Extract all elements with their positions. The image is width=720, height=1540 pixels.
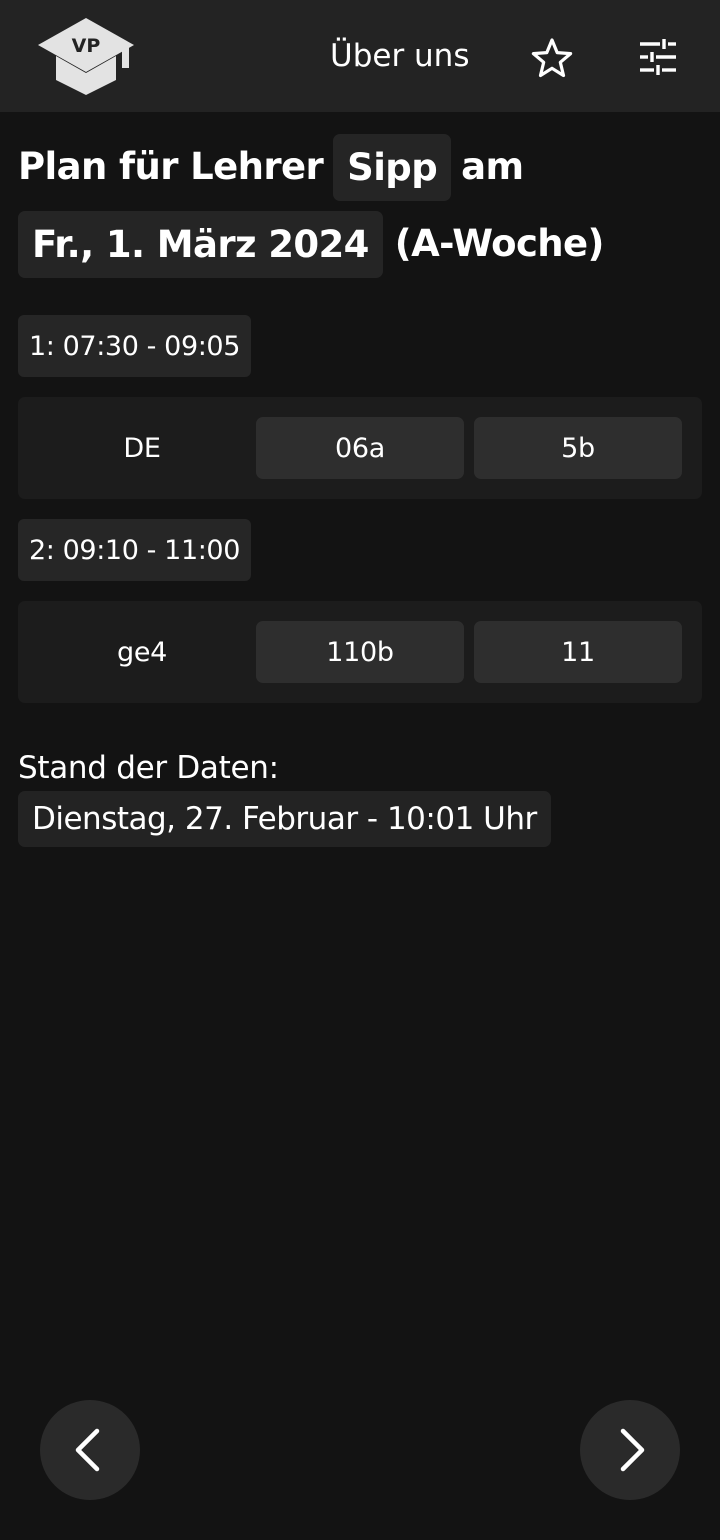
data-status-value: Dienstag, 27. Februar - 10:01 Uhr: [18, 791, 551, 847]
date-chip[interactable]: Fr., 1. März 2024: [18, 210, 383, 278]
svg-text:VP: VP: [72, 35, 101, 57]
chevron-right-icon: [620, 1428, 645, 1472]
lesson-class-button[interactable]: 5b: [474, 417, 682, 479]
title-prefix: Plan für Lehrer: [18, 145, 324, 188]
top-app-bar: VP Über uns: [0, 0, 720, 112]
sliders-icon: [640, 39, 676, 75]
lesson-subject: ge4: [116, 636, 168, 668]
week-label: (A-Woche): [394, 222, 605, 265]
next-day-button[interactable]: [580, 1400, 680, 1500]
lesson-class-button[interactable]: 11: [474, 621, 682, 683]
logo[interactable]: VP: [36, 16, 136, 98]
period-label: 1: 07:30 - 09:05: [18, 315, 251, 377]
lesson-room-button[interactable]: 110b: [256, 621, 464, 683]
page-title-line-1: Plan für Lehrer Sipp am: [18, 133, 524, 201]
lesson-row: DE 06a 5b: [18, 397, 702, 499]
data-status-label: Stand der Daten:: [18, 750, 279, 786]
star-icon: [531, 38, 573, 78]
about-link[interactable]: Über uns: [330, 36, 470, 76]
lesson-subject: DE: [123, 432, 161, 464]
graduation-cap-logo-icon: VP: [38, 18, 134, 95]
lesson-room-button[interactable]: 06a: [256, 417, 464, 479]
title-connector: am: [461, 145, 524, 188]
page: VP Über uns Plan für Lehrer Sipp am Fr.,…: [0, 0, 720, 1540]
favorite-button[interactable]: [531, 37, 573, 79]
teacher-chip[interactable]: Sipp: [333, 133, 452, 201]
settings-button[interactable]: [638, 38, 678, 76]
period-label: 2: 09:10 - 11:00: [18, 519, 251, 581]
previous-day-button[interactable]: [40, 1400, 140, 1500]
lesson-row: ge4 110b 11: [18, 601, 702, 703]
chevron-left-icon: [75, 1428, 100, 1472]
page-title-line-2: Fr., 1. März 2024 (A-Woche): [18, 210, 604, 278]
